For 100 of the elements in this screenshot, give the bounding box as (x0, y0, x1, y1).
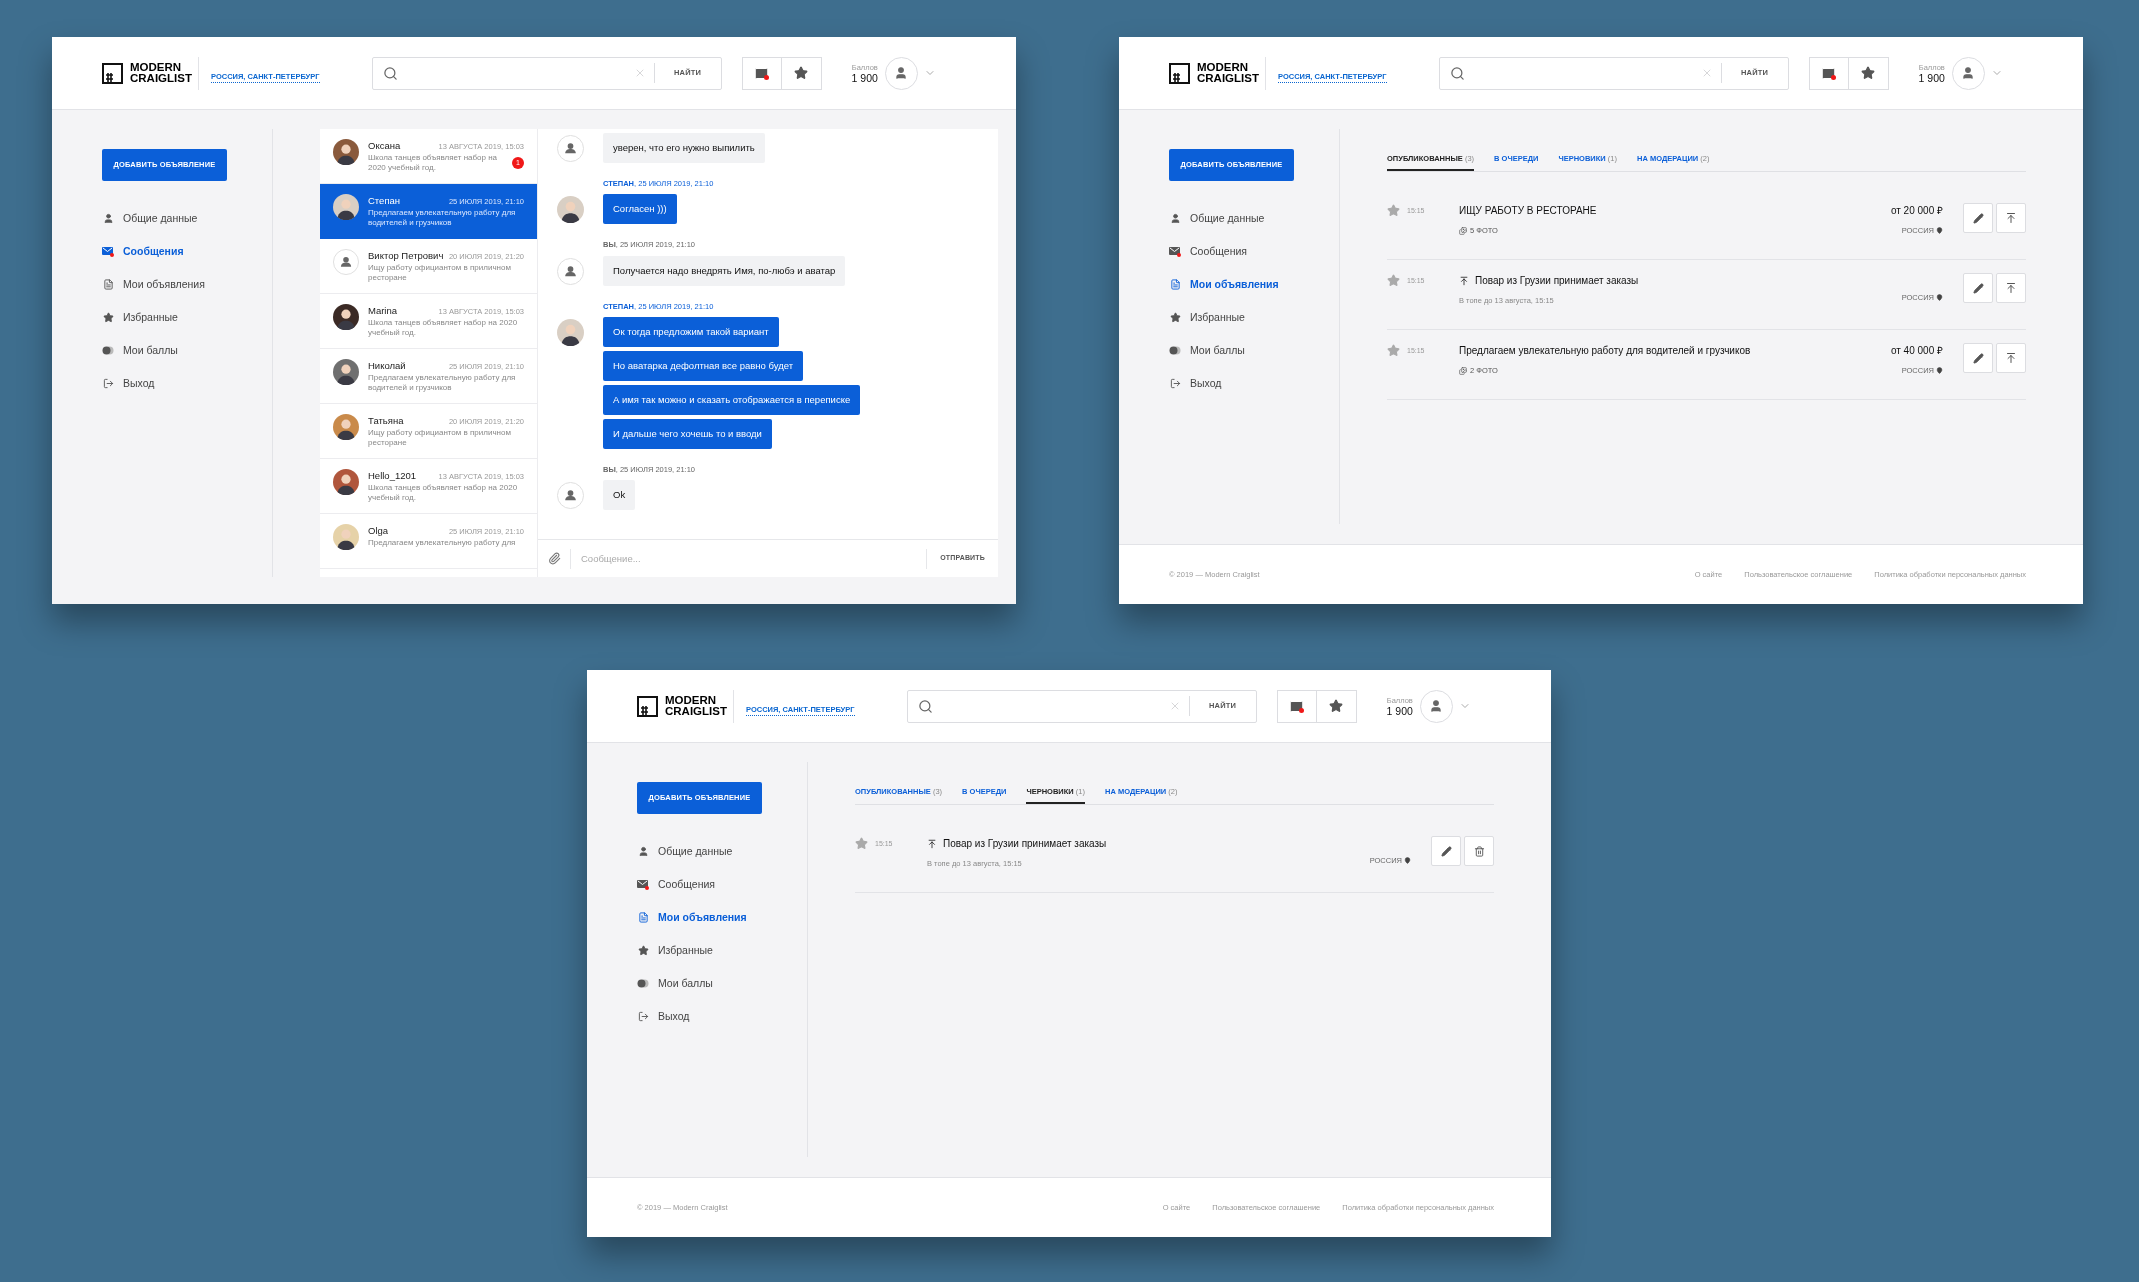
message-bubble: Получается надо внедрять Имя, по-любэ и аватар (603, 255, 846, 286)
sidebar-item[interactable]: Мои баллы (637, 967, 807, 1000)
avatar (333, 194, 359, 220)
avatar (333, 524, 359, 550)
coins-icon (102, 346, 114, 355)
contact-name: Татьяна (368, 414, 404, 428)
photos-icon (1459, 226, 1467, 235)
listing-title[interactable]: Предлагаем увлекательную работу для водителей и грузчиков (1459, 343, 1751, 358)
coins-icon (637, 979, 649, 988)
envelope-icon (102, 246, 114, 257)
avatar (333, 139, 359, 165)
messages-button[interactable] (741, 56, 782, 90)
favorites-button[interactable] (781, 56, 822, 90)
favorite-star-icon[interactable] (1387, 274, 1400, 287)
envelope-icon (1169, 246, 1181, 257)
favorite-star-icon[interactable] (855, 837, 868, 850)
sidebar-item[interactable]: Мои объявления (1169, 268, 1339, 301)
sidebar-item[interactable]: Мои объявления (637, 901, 807, 934)
listing-title[interactable]: ИЩУ РАБОТУ В РЕСТОРАНЕ (1459, 203, 1597, 218)
location-pin-icon (1404, 857, 1411, 865)
search-icon (1449, 65, 1465, 81)
raise-icon (2005, 352, 2017, 364)
contact-name: Степан (368, 194, 401, 208)
location-pin-icon (1936, 227, 1943, 235)
avatar (557, 257, 584, 285)
message-preview: Предлагаем увлекательную работу для водителей и грузчиков (368, 373, 517, 394)
logo-icon (102, 62, 123, 84)
sidebar-item[interactable]: Сообщения (102, 235, 272, 268)
profile-avatar[interactable] (884, 56, 918, 90)
message-field[interactable]: Сообщение... (571, 540, 927, 577)
sidebar-item[interactable]: Мои баллы (102, 334, 272, 367)
attach-icon[interactable] (548, 552, 561, 565)
sidebar-item[interactable]: Избранные (102, 301, 272, 334)
favorite-star-icon[interactable] (1387, 204, 1400, 217)
star-icon (102, 312, 114, 323)
raise-icon (2005, 212, 2017, 224)
message-bubble: А имя так можно и сказать отображается в переписке (603, 384, 861, 415)
favorite-star-icon[interactable] (1387, 344, 1400, 357)
message-bubble: Ok (603, 480, 636, 510)
location-pin-icon (1936, 367, 1943, 375)
user-icon (1961, 66, 1976, 80)
delete-button[interactable] (1464, 836, 1494, 866)
contact-name: Виктор Петрович (368, 249, 444, 263)
sidebar-item[interactable]: Сообщения (1169, 235, 1339, 268)
message-preview: Ищу работу официантом в приличном ресторане (368, 263, 512, 284)
user-icon (1429, 699, 1444, 713)
sidebar-item[interactable]: Выход (102, 367, 272, 400)
favorites-button[interactable] (1316, 689, 1357, 723)
listing-price: от 40 000 ₽ (1890, 344, 1943, 358)
star-icon (1329, 699, 1344, 713)
avatar (333, 304, 359, 330)
sidebar-item[interactable]: Выход (637, 1000, 807, 1033)
trash-icon (1473, 845, 1485, 857)
listing-price: от 20 000 ₽ (1890, 204, 1943, 218)
contact-name: Marina (368, 304, 398, 318)
sidebar-item[interactable]: Мои объявления (102, 268, 272, 301)
edit-button[interactable] (1431, 836, 1461, 866)
sidebar-item[interactable]: Общие данные (1169, 202, 1339, 235)
contact-name: Оксана (368, 139, 401, 153)
contact-name: Николай (368, 359, 406, 373)
user-icon (102, 213, 114, 224)
sidebar-item[interactable]: Избранные (1169, 301, 1339, 334)
exit-icon (1169, 378, 1181, 389)
listing-title[interactable]: Повар из Грузии принимает заказы (1475, 273, 1639, 288)
exit-icon (637, 1011, 649, 1022)
envelope-icon (637, 879, 649, 890)
message-preview: Школа танцев объявляет набор на 2020 учебный год. (368, 483, 519, 504)
star-icon (637, 945, 649, 956)
user-icon (1169, 213, 1181, 224)
points-value: 1 900 (851, 71, 878, 84)
sidebar-item[interactable]: Общие данные (637, 835, 807, 868)
exit-icon (102, 378, 114, 389)
profile-avatar[interactable] (1951, 56, 1985, 90)
message-bubble: Ок тогда предложим такой вариант (603, 316, 779, 347)
messages-button[interactable] (1276, 689, 1317, 723)
edit-button[interactable] (1963, 203, 1993, 233)
sidebar-item[interactable]: Мои баллы (1169, 334, 1339, 367)
location-pin-icon (1936, 294, 1943, 302)
favorites-button[interactable] (1848, 56, 1889, 90)
profile-avatar[interactable] (1419, 689, 1453, 723)
message-preview: Школа танцев объявляет набор на 2020 учебный год. (368, 318, 519, 339)
points-value: 1 900 (1918, 71, 1945, 84)
sidebar-item[interactable]: Общие данные (102, 202, 272, 235)
search-icon (382, 65, 398, 81)
avatar (557, 482, 584, 509)
pin-top-icon (927, 838, 937, 849)
messages-button[interactable] (1808, 56, 1849, 90)
avatar (333, 469, 359, 495)
star-icon (794, 66, 809, 80)
message-bubble: уверен, что его нужно выпилить (603, 133, 765, 163)
edit-button[interactable] (1963, 273, 1993, 303)
document-icon (637, 912, 649, 923)
sidebar-item[interactable]: Выход (1169, 367, 1339, 400)
listing-title[interactable]: Повар из Грузии принимает заказы (943, 836, 1107, 851)
sidebar-item[interactable]: Сообщения (637, 868, 807, 901)
edit-button[interactable] (1963, 343, 1993, 373)
message-bubble: Согласен ))) (603, 194, 677, 225)
avatar (333, 249, 359, 275)
sidebar-item[interactable]: Избранные (637, 934, 807, 967)
logo-icon (637, 695, 658, 717)
